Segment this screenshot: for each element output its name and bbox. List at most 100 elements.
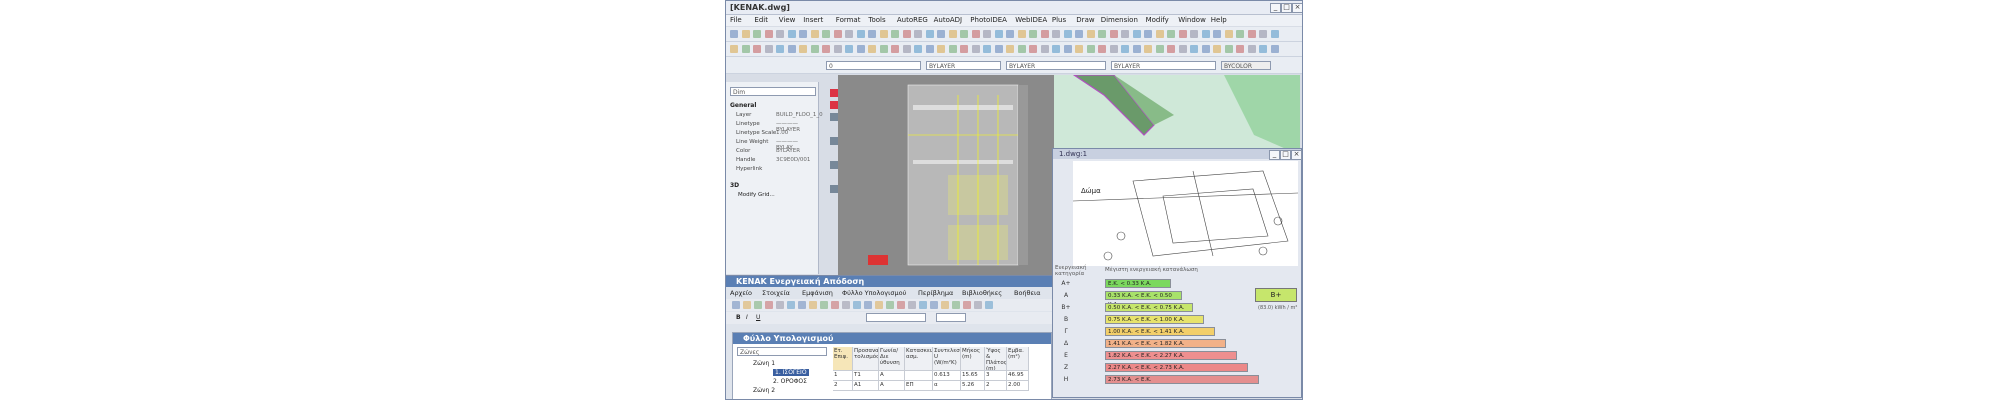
- toolbar-icon[interactable]: [1063, 30, 1072, 38]
- property-row[interactable]: Handle 3C9E0D/001: [736, 157, 816, 165]
- property-row[interactable]: Layer BUILD_FLOO_1_0: [736, 112, 823, 120]
- menu-help[interactable]: Help: [1211, 16, 1227, 24]
- property-row[interactable]: Hyperlink: [736, 166, 816, 174]
- bold-button[interactable]: B: [736, 314, 744, 322]
- toolbar-icon[interactable]: [810, 30, 819, 38]
- toolbar-icon[interactable]: [1098, 45, 1106, 53]
- grid-cell[interactable]: α: [933, 381, 961, 391]
- kenak-toolbar-icon[interactable]: [864, 301, 872, 309]
- toolbar-icon[interactable]: [1224, 30, 1233, 38]
- subwindow-maximize-button[interactable]: □: [1280, 150, 1291, 160]
- zone-tree-item[interactable]: 2. ΟΡΟΦΟΣ: [773, 378, 807, 385]
- toolbar-icon[interactable]: [1052, 30, 1060, 38]
- toolbar-icon[interactable]: [937, 30, 945, 38]
- side-tool-3[interactable]: [830, 113, 838, 121]
- kenak-toolbar-icon[interactable]: [974, 301, 982, 309]
- toolbar-icon[interactable]: [799, 45, 807, 53]
- size-select[interactable]: [936, 313, 966, 322]
- underline-button[interactable]: U: [756, 314, 764, 322]
- menu-window[interactable]: Window: [1178, 16, 1206, 24]
- toolbar-icon[interactable]: [1236, 30, 1244, 38]
- zone-tree-item[interactable]: Ζώνη 1: [753, 360, 775, 367]
- side-tool-2[interactable]: [830, 101, 838, 109]
- toolbar-icon[interactable]: [787, 45, 796, 53]
- minimize-button[interactable]: _: [1270, 3, 1281, 13]
- toolbar-icon[interactable]: [1236, 45, 1244, 53]
- properties-selector[interactable]: Dim: [730, 87, 816, 96]
- toolbar-icon[interactable]: [856, 45, 865, 53]
- toolbar-icon[interactable]: [810, 45, 819, 53]
- side-tool-6[interactable]: [830, 185, 838, 193]
- toolbar-icon[interactable]: [776, 30, 784, 38]
- toolbar-icon[interactable]: [741, 30, 750, 38]
- kenak-toolbar-icon[interactable]: [809, 301, 817, 309]
- property-row[interactable]: Color BYLAYER: [736, 148, 816, 156]
- toolbar-icon[interactable]: [1155, 45, 1164, 53]
- kenak-toolbar-icon[interactable]: [952, 301, 960, 309]
- menu-file[interactable]: File: [730, 16, 742, 24]
- maximize-button[interactable]: □: [1281, 3, 1292, 13]
- grid-cell[interactable]: ΕΠ: [905, 381, 933, 391]
- menu-draw[interactable]: Draw: [1076, 16, 1094, 24]
- toolbar-icon[interactable]: [753, 30, 761, 38]
- toolbar-icon[interactable]: [1006, 45, 1014, 53]
- kenak-toolbar-icon[interactable]: [787, 301, 795, 309]
- toolbar-icon[interactable]: [1259, 45, 1267, 53]
- plotstyle-select[interactable]: BYCOLOR: [1221, 61, 1271, 70]
- toolbar-icon[interactable]: [1017, 30, 1026, 38]
- property-row[interactable]: Linetype ———— BYLAYER: [736, 121, 816, 133]
- grid-cell[interactable]: T1: [853, 371, 879, 381]
- subwindow-close-button[interactable]: ×: [1291, 150, 1302, 160]
- kenak-toolbar-icon[interactable]: [897, 301, 905, 309]
- toolbar-icon[interactable]: [1040, 45, 1049, 53]
- menu-modify[interactable]: Modify: [1146, 16, 1169, 24]
- toolbar-icon[interactable]: [937, 45, 945, 53]
- toolbar-icon[interactable]: [856, 30, 865, 38]
- grid-cell[interactable]: 3: [985, 371, 1007, 381]
- zones-select[interactable]: Ζώνες: [737, 347, 827, 356]
- linetype-select[interactable]: BYLAYER: [1006, 61, 1106, 70]
- toolbar-icon[interactable]: [879, 45, 888, 53]
- toolbar-icon[interactable]: [799, 30, 807, 38]
- grid-cell[interactable]: A: [879, 371, 905, 381]
- toolbar-icon[interactable]: [1109, 45, 1118, 53]
- toolbar-icon[interactable]: [994, 30, 1003, 38]
- toolbar-icon[interactable]: [925, 45, 934, 53]
- toolbar-icon[interactable]: [925, 30, 934, 38]
- grid-column-header[interactable]: Ετ. Επιφ.: [833, 347, 853, 371]
- grid-cell[interactable]: 1: [833, 371, 853, 381]
- toolbar-icon[interactable]: [983, 30, 991, 38]
- kenak-toolbar-icon[interactable]: [842, 301, 850, 309]
- toolbar-icon[interactable]: [1144, 45, 1152, 53]
- group-general[interactable]: General: [730, 102, 756, 109]
- kenak-toolbar-icon[interactable]: [853, 301, 861, 309]
- grid-cell[interactable]: 0.613: [933, 371, 961, 381]
- toolbar-icon[interactable]: [1017, 45, 1026, 53]
- toolbar-icon[interactable]: [1155, 30, 1164, 38]
- 3d-view[interactable]: [1054, 74, 1300, 155]
- toolbar-icon[interactable]: [764, 45, 773, 53]
- toolbar-icon[interactable]: [1132, 45, 1141, 53]
- toolbar-icon[interactable]: [730, 45, 738, 53]
- color-select[interactable]: BYLAYER: [926, 61, 1001, 70]
- close-button[interactable]: ×: [1292, 3, 1302, 13]
- toolbar-icon[interactable]: [902, 30, 911, 38]
- toolbar-icon[interactable]: [764, 30, 773, 38]
- toolbar-icon[interactable]: [845, 30, 853, 38]
- grid-cell[interactable]: 5.26: [961, 381, 985, 391]
- grid-cell[interactable]: A1: [853, 381, 879, 391]
- toolbar-icon[interactable]: [891, 30, 899, 38]
- toolbar-icon[interactable]: [1190, 30, 1198, 38]
- toolbar-icon[interactable]: [1029, 45, 1037, 53]
- toolbar-icon[interactable]: [1029, 30, 1037, 38]
- toolbar-icon[interactable]: [879, 30, 888, 38]
- toolbar-icon[interactable]: [822, 30, 830, 38]
- toolbar-icon[interactable]: [730, 30, 738, 38]
- toolbar-icon[interactable]: [960, 30, 968, 38]
- menu-autoadj[interactable]: AutoADJ: [934, 16, 963, 24]
- menu-insert[interactable]: Insert: [803, 16, 823, 24]
- grid-column-header[interactable]: Προσανα τολισμός: [853, 347, 879, 371]
- toolbar-icon[interactable]: [868, 45, 876, 53]
- toolbar-icon[interactable]: [914, 30, 922, 38]
- subwindow-minimize-button[interactable]: _: [1269, 150, 1280, 160]
